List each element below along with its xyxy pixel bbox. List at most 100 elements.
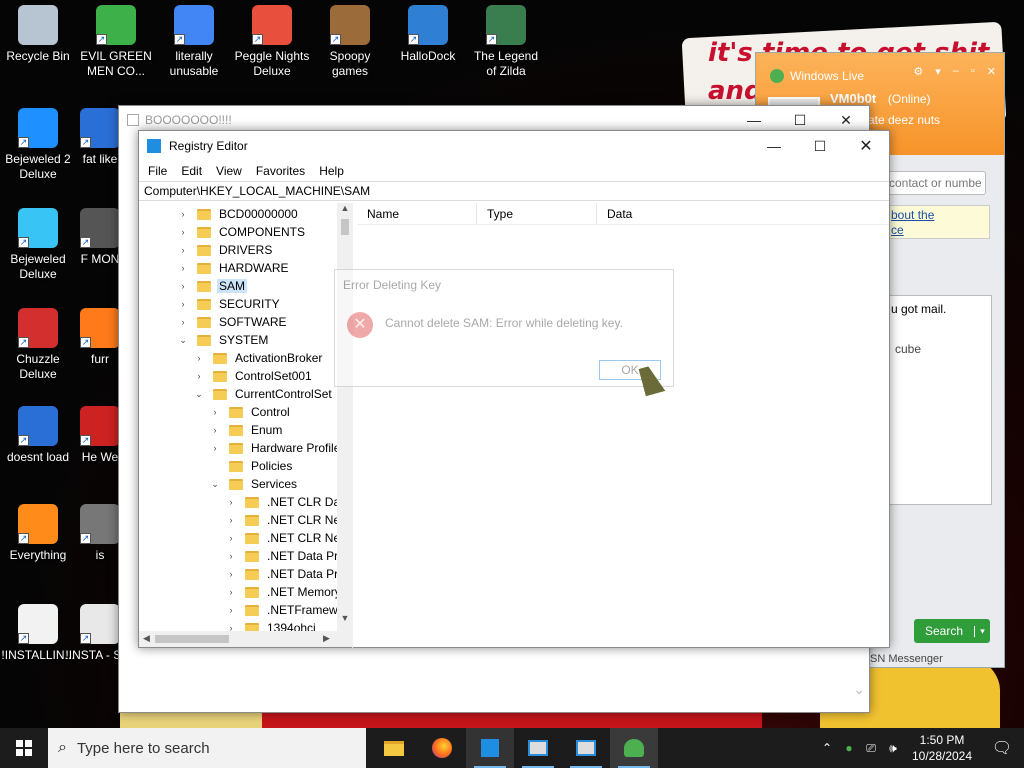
chevron-right-icon[interactable]: › [177, 317, 189, 327]
tree-item[interactable]: › .NET CLR Data [225, 493, 352, 511]
boooo-scroll-down-icon[interactable]: ⌄ [853, 681, 865, 698]
regedit-minimize-button[interactable]: — [751, 131, 797, 161]
taskbar-search-box[interactable]: ⌕ Type here to search [48, 728, 366, 768]
menu-help[interactable]: Help [312, 164, 351, 178]
msn-search-input[interactable]: contact or numbe [886, 171, 986, 195]
regedit-tree-vscrollbar[interactable]: ▲ [337, 203, 353, 631]
desktop-icon-hallodock[interactable]: ↗ HalloDock [390, 5, 466, 64]
menu-favorites[interactable]: Favorites [249, 164, 312, 178]
chevron-right-icon[interactable]: › [193, 353, 205, 363]
msn-taskbar-icon[interactable] [610, 728, 658, 768]
volume-icon[interactable]: 🕪 [882, 741, 904, 756]
msn-tray-icon[interactable]: ● [838, 741, 860, 755]
network-icon[interactable]: ⎚ [860, 741, 882, 756]
clock[interactable]: 1:50 PM 10/28/2024 [904, 732, 980, 764]
chevron-right-icon[interactable]: › [225, 515, 237, 525]
desktop-icon-chrome[interactable]: ↗ literally unusable [156, 5, 232, 79]
tree-item[interactable]: › BCD00000000 [177, 205, 300, 223]
msn-ad-box[interactable]: bout the ce [888, 205, 990, 239]
tree-scroll-down-icon[interactable]: ▼ [337, 613, 353, 629]
tree-item[interactable]: › ControlSet001 [193, 367, 314, 385]
tree-item[interactable]: › Enum [209, 421, 284, 439]
desktop-icon-peggle[interactable]: ↗ Peggle Nights Deluxe [234, 5, 310, 79]
regedit-tree-hscrollbar[interactable]: ◀ ▶ [139, 631, 353, 647]
tree-item[interactable]: › .NET Memory [225, 583, 343, 601]
tray-chevron-icon[interactable]: ⌃ [816, 741, 838, 755]
file-explorer-taskbar-icon[interactable] [370, 728, 418, 768]
tree-item[interactable]: › SOFTWARE [177, 313, 289, 331]
regedit-address-bar[interactable]: Computer\HKEY_LOCAL_MACHINE\SAM [139, 181, 889, 201]
chevron-right-icon[interactable]: › [177, 209, 189, 219]
chevron-right-icon[interactable]: › [177, 263, 189, 273]
chevron-right-icon[interactable]: › [209, 425, 221, 435]
chevron-right-icon[interactable]: › [177, 245, 189, 255]
chevron-right-icon[interactable]: › [177, 281, 189, 291]
tree-item[interactable]: › .NETFramewor [225, 601, 350, 619]
tree-item[interactable]: › .NET CLR Netw [225, 529, 353, 547]
registry-editor-window[interactable]: Registry Editor — ☐ ✕ File Edit View Favori… [138, 130, 890, 648]
chevron-right-icon[interactable]: › [177, 299, 189, 309]
msn-minimize-button[interactable]: – [953, 65, 959, 78]
column-type[interactable]: Type [477, 202, 597, 225]
msn-status[interactable]: (Online) [888, 92, 931, 106]
column-data[interactable]: Data [597, 203, 877, 225]
msn-mail-text[interactable]: u got mail. [891, 302, 946, 316]
chevron-right-icon[interactable]: › [225, 605, 237, 615]
error-dialog[interactable]: Error Deleting Key ✕ Cannot delete SAM: … [334, 269, 674, 387]
menu-view[interactable]: View [209, 164, 249, 178]
firefox-taskbar-icon[interactable] [418, 728, 466, 768]
tree-item[interactable]: › .NET Data Prov [225, 565, 352, 583]
chevron-right-icon[interactable]: › [225, 533, 237, 543]
regedit-titlebar[interactable]: Registry Editor — ☐ ✕ [139, 131, 889, 161]
chevron-down-icon[interactable]: ⌄ [209, 479, 221, 490]
desktop-icon-evil-green-men[interactable]: ↗ EVIL GREEN MEN CO... [78, 5, 154, 79]
msn-close-button[interactable]: ✕ [987, 65, 996, 78]
tree-item[interactable]: ⌄ SYSTEM [177, 331, 270, 349]
tree-item[interactable]: ⌄ CurrentControlSet [193, 385, 334, 403]
menu-edit[interactable]: Edit [174, 164, 209, 178]
msn-settings-icon[interactable]: ⚙ [913, 65, 923, 78]
msn-search-button[interactable]: Search ▾ [914, 619, 990, 643]
start-button[interactable] [0, 728, 48, 768]
chevron-right-icon[interactable]: › [177, 227, 189, 237]
tree-item[interactable]: Policies [209, 457, 294, 475]
chevron-right-icon[interactable]: › [209, 407, 221, 417]
desktop-icon-spoopy-games[interactable]: ↗ Spoopy games [312, 5, 388, 79]
chevron-right-icon[interactable]: › [225, 569, 237, 579]
chevron-down-icon[interactable]: ⌄ [193, 389, 205, 400]
tree-item[interactable]: › Control [209, 403, 292, 421]
column-name[interactable]: Name [357, 202, 477, 225]
tree-item[interactable]: › SECURITY [177, 295, 282, 313]
tree-item[interactable]: › .NET CLR Netw [225, 511, 353, 529]
regedit-taskbar-icon[interactable] [466, 728, 514, 768]
tree-item[interactable]: › COMPONENTS [177, 223, 307, 241]
tree-item[interactable]: › ActivationBroker [193, 349, 324, 367]
regedit-close-button[interactable]: ✕ [843, 131, 889, 161]
msn-dropdown-icon[interactable]: ▾ [935, 65, 941, 78]
msn-username[interactable]: VM0b0t [830, 91, 876, 106]
regedit-maximize-button[interactable]: ☐ [797, 131, 843, 161]
chevron-down-icon[interactable]: ⌄ [177, 335, 189, 346]
tree-item[interactable]: › SAM [177, 277, 248, 295]
window2-taskbar-icon[interactable] [562, 728, 610, 768]
tree-item[interactable]: ⌄ Services [209, 475, 299, 493]
chevron-right-icon[interactable]: › [209, 443, 221, 453]
tree-item[interactable]: › .NET Data Prov [225, 547, 352, 565]
boooo-taskbar-icon[interactable] [514, 728, 562, 768]
tree-item[interactable]: › DRIVERS [177, 241, 274, 259]
msn-maximize-button[interactable]: ▫ [971, 65, 975, 78]
menu-file[interactable]: File [141, 164, 174, 178]
chevron-right-icon[interactable]: › [225, 551, 237, 561]
tree-item[interactable]: › HARDWARE [177, 259, 291, 277]
chevron-right-icon[interactable]: › [193, 371, 205, 381]
tree-item[interactable]: › Hardware Profiles [209, 439, 348, 457]
desktop-icon-legend-of-zilda[interactable]: ↗ The Legend of Zilda [468, 5, 544, 79]
chevron-right-icon[interactable]: › [225, 497, 237, 507]
msn-cube-text[interactable]: cube [895, 342, 921, 356]
chevron-right-icon[interactable]: › [225, 587, 237, 597]
msn-personal-message[interactable]: rate deez nuts [864, 113, 940, 127]
desktop-icon-recycle-bin[interactable]: Recycle Bin [0, 5, 76, 64]
notification-icon[interactable]: 🗨 [980, 738, 1024, 758]
folder-icon [197, 244, 211, 256]
regedit-menubar: File Edit View Favorites Help [139, 161, 889, 181]
